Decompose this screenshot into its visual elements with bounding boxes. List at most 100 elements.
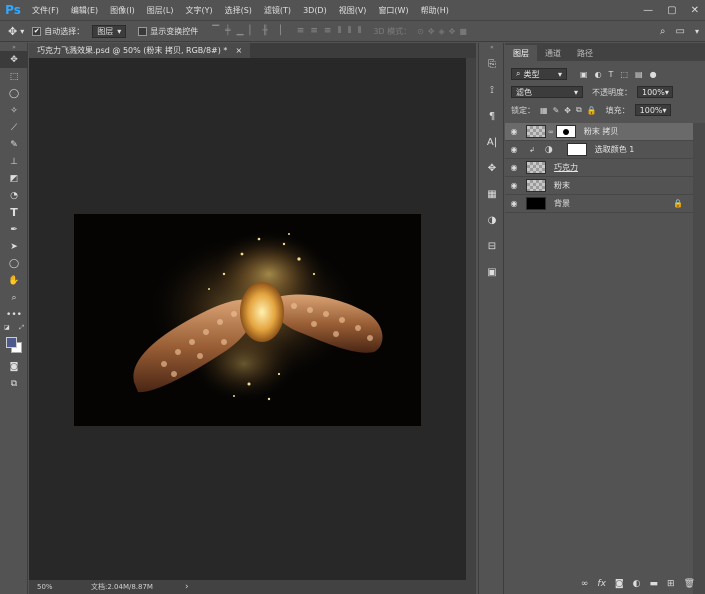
filter-kind-dropdown[interactable]: ⌕ 类型 ▾ <box>511 68 567 80</box>
swap-arrow-icon[interactable]: ⤢ <box>19 324 24 332</box>
adjustment-layer-icon[interactable]: ◐ <box>633 579 641 589</box>
distribute-vcenter-icon[interactable]: ≡ <box>310 26 318 36</box>
layer-row[interactable]: ◉ 背景 🔒 <box>505 195 693 213</box>
eye-icon[interactable]: ◉ <box>505 163 523 172</box>
adjustments-panel-icon[interactable]: ◑ <box>479 207 505 233</box>
align-right-icon[interactable]: ▕ <box>274 26 281 36</box>
layer-name[interactable]: 背景 <box>554 198 570 209</box>
link-icon[interactable]: ∞ <box>548 128 554 136</box>
canvas-vertical-scrollbar[interactable] <box>466 58 476 580</box>
dodge-tool-icon[interactable]: ◔ <box>0 187 28 204</box>
canvas-area[interactable] <box>29 58 466 580</box>
layer-mask-thumbnail[interactable] <box>555 125 576 138</box>
tab-paths[interactable]: 路径 <box>569 45 601 61</box>
distribute-left-icon[interactable]: ⦀ <box>337 26 341 36</box>
3d-tools-icons[interactable]: ⊙✥◈✥■ <box>417 27 471 36</box>
auto-select-checkbox[interactable]: ✔ <box>32 26 42 36</box>
auto-select-target-dropdown[interactable]: 图层 ▾ <box>92 24 127 38</box>
document-tab[interactable]: 巧克力飞溅效果.psd @ 50% (粉末 拷贝, RGB/8#) * × <box>29 43 251 58</box>
hand-tool-icon[interactable]: ✋ <box>0 272 28 289</box>
distribute-bottom-icon[interactable]: ≡ <box>324 26 332 36</box>
align-vcenter-icon[interactable]: ╪ <box>225 26 230 36</box>
tab-channels[interactable]: 通道 <box>537 45 569 61</box>
eye-icon[interactable]: ◉ <box>505 181 523 190</box>
properties-panel-icon[interactable]: ⊟ <box>479 233 505 259</box>
magic-wand-tool-icon[interactable]: ✧ <box>0 102 28 119</box>
restore-icon[interactable]: ▢ <box>667 5 676 16</box>
history-panel-icon[interactable]: ⎘ <box>479 51 505 77</box>
swap-colors-icon[interactable]: ◪ ⤢ <box>0 323 28 332</box>
move-tool-icon[interactable]: ✥ <box>8 25 17 38</box>
zoom-level[interactable]: 50% <box>37 583 79 591</box>
layer-mask-thumbnail[interactable] <box>566 143 587 156</box>
menu-edit[interactable]: 编辑(E) <box>65 5 104 16</box>
auto-select-option[interactable]: ✔ 自动选择： <box>32 26 84 37</box>
brush-tool-icon[interactable]: ✎ <box>0 136 28 153</box>
menu-type[interactable]: 文字(Y) <box>179 5 218 16</box>
align-bottom-icon[interactable]: ▁ <box>237 26 244 36</box>
layer-name[interactable]: 选取颜色 1 <box>595 144 635 155</box>
type-tool-icon[interactable]: T <box>0 204 28 221</box>
layer-row[interactable]: ◉ ∞ 粉末 拷贝 <box>505 123 693 141</box>
menu-help[interactable]: 帮助(H) <box>415 5 455 16</box>
blend-mode-dropdown[interactable]: 滤色 ▾ <box>511 86 583 98</box>
menu-window[interactable]: 窗口(W) <box>372 5 414 16</box>
marquee-tool-icon[interactable]: ⬚ <box>0 68 28 85</box>
distribute-right-icon[interactable]: ⦀ <box>357 26 361 36</box>
shape-filter-icon[interactable]: ⬚ <box>620 70 628 79</box>
eye-icon[interactable]: ◉ <box>505 127 523 136</box>
layer-row[interactable]: ◉ 粉末 <box>505 177 693 195</box>
close-document-icon[interactable]: × <box>235 46 242 55</box>
search-icon[interactable]: ⌕ <box>660 26 666 37</box>
new-layer-icon[interactable]: ⊞ <box>667 579 675 589</box>
layer-name[interactable]: 粉末 拷贝 <box>584 126 619 137</box>
swatches-panel-icon[interactable]: ▦ <box>479 181 505 207</box>
align-top-icon[interactable]: ▔ <box>212 26 219 36</box>
layer-row[interactable]: ◉ 巧克力 <box>505 159 693 177</box>
paragraph-panel-icon[interactable]: ¶ <box>479 103 505 129</box>
lock-transparent-icon[interactable]: ▦ <box>540 106 548 115</box>
move-tool-icon[interactable]: ✥ <box>0 51 28 68</box>
show-transform-checkbox[interactable] <box>138 26 148 36</box>
distribute-top-icon[interactable]: ≡ <box>297 26 305 36</box>
layers-scrollbar[interactable] <box>693 123 705 594</box>
toolbar-collapse-icon[interactable]: » <box>0 43 28 51</box>
pen-tool-icon[interactable]: ✒ <box>0 221 28 238</box>
workspace-icon[interactable]: ▭ <box>676 26 685 37</box>
smart-object-filter-icon[interactable]: ▤ <box>635 70 643 79</box>
new-group-icon[interactable]: ▬ <box>650 579 659 589</box>
status-menu-arrow[interactable]: › <box>185 582 189 592</box>
close-icon[interactable]: ✕ <box>691 5 699 16</box>
styles-panel-icon[interactable]: ✥ <box>479 155 505 181</box>
pixel-filter-icon[interactable]: ▣ <box>580 70 588 79</box>
link-layers-icon[interactable]: ∞ <box>581 579 589 589</box>
foreground-color-swatch[interactable] <box>6 337 17 348</box>
path-select-tool-icon[interactable]: ➤ <box>0 238 28 255</box>
eyedropper-tool-icon[interactable]: ⟋ <box>0 119 28 136</box>
default-colors-icon[interactable]: ◪ <box>4 324 10 331</box>
align-hcenter-icon[interactable]: ╫ <box>262 26 267 36</box>
menu-filter[interactable]: 滤镜(T) <box>258 5 297 16</box>
opacity-input[interactable]: 100% ▾ <box>637 86 673 98</box>
eye-icon[interactable]: ◉ <box>505 199 523 208</box>
tool-preset-dropdown[interactable]: ▾ <box>20 27 24 36</box>
menu-3d[interactable]: 3D(D) <box>297 6 333 15</box>
layer-name[interactable]: 巧克力 <box>554 162 578 173</box>
menu-layer[interactable]: 图层(L) <box>141 5 180 16</box>
menu-image[interactable]: 图像(I) <box>104 5 141 16</box>
document-canvas[interactable] <box>74 214 421 426</box>
eye-icon[interactable]: ◉ <box>505 145 523 154</box>
menu-select[interactable]: 选择(S) <box>219 5 258 16</box>
show-transform-option[interactable]: 显示变换控件 <box>138 26 198 37</box>
lock-all-icon[interactable]: 🔒 <box>587 106 597 115</box>
libraries-panel-icon[interactable]: ▣ <box>479 259 505 285</box>
lasso-tool-icon[interactable]: ◯ <box>0 85 28 102</box>
zoom-tool-icon[interactable]: ⌕ <box>0 289 28 306</box>
menu-view[interactable]: 视图(V) <box>333 5 373 16</box>
type-filter-icon[interactable]: T <box>609 70 614 79</box>
stamp-tool-icon[interactable]: ⊥ <box>0 153 28 170</box>
tab-layers[interactable]: 图层 <box>505 45 537 61</box>
workspace-dropdown-icon[interactable]: ▾ <box>695 27 699 36</box>
menu-file[interactable]: 文件(F) <box>26 5 65 16</box>
brush-settings-icon[interactable]: ⟟ <box>479 77 505 103</box>
